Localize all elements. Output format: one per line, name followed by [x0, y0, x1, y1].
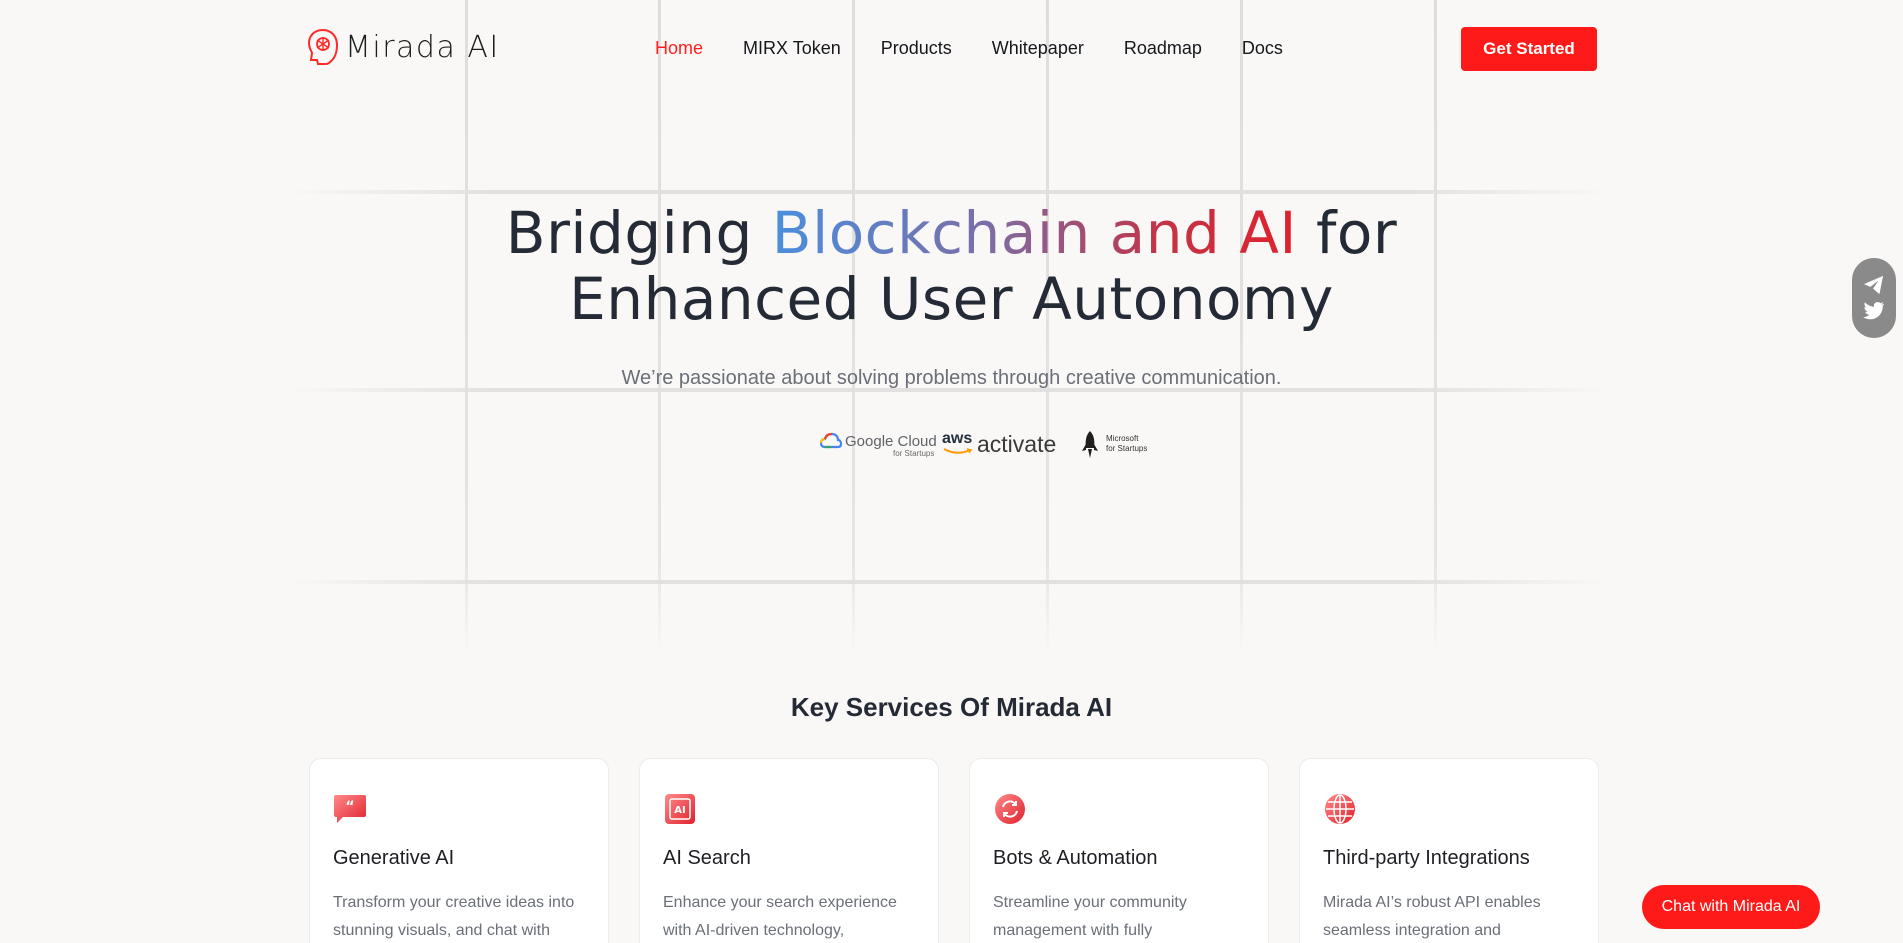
aws-smile-icon	[943, 448, 973, 454]
globe-icon	[1325, 794, 1355, 824]
microsoft-text: Microsoft	[1106, 434, 1139, 443]
services-title: Key Services Of Mirada AI	[790, 692, 1113, 722]
logo-text: Mirada AI	[345, 29, 500, 65]
google-cloud-sub: for Startups	[893, 449, 935, 458]
nav-whitepaper[interactable]: Whitepaper	[992, 38, 1084, 59]
hero-title-line2: Enhanced User Autonomy	[569, 265, 1334, 333]
nav-home[interactable]: Home	[655, 38, 703, 59]
service-card-text: Mirada AI’s robust API enables seamless …	[1323, 894, 1541, 939]
nav-mirx-token[interactable]: MIRX Token	[743, 38, 841, 59]
rocket-icon	[1082, 431, 1098, 458]
service-card-text: Enhance your search experience with AI-d…	[663, 894, 897, 939]
aws-activate-text: activate	[977, 431, 1057, 457]
hero-title-part2: for	[1297, 199, 1398, 267]
nav-roadmap[interactable]: Roadmap	[1124, 38, 1202, 59]
quote-bubble-icon: “	[334, 795, 366, 823]
get-started-button[interactable]: Get Started	[1461, 27, 1597, 71]
google-cloud-text: Google Cloud	[845, 432, 937, 450]
social-floating-bar	[1852, 258, 1896, 338]
service-card-text: Streamline your community management wit…	[993, 894, 1187, 939]
brain-head-logo-icon	[307, 28, 339, 65]
service-card-title: Third-party Integrations	[1323, 847, 1530, 869]
refresh-icon	[995, 794, 1025, 824]
aws-logo-text: aws	[942, 430, 973, 447]
partner-logos: Google Cloud for Startups aws activate M…	[820, 428, 1160, 464]
hero-subtitle: We’re passionate about solving problems …	[621, 367, 1282, 389]
service-card-third-party-integrations[interactable]: Third-party Integrations Mirada AI’s rob…	[1299, 758, 1599, 943]
google-cloud-logo: Google Cloud for Startups	[820, 432, 937, 458]
service-card-ai-search[interactable]: AI AI Search Enhance your search experie…	[639, 758, 939, 943]
twitter-icon[interactable]	[1863, 301, 1885, 321]
service-card-bots-automation[interactable]: Bots & Automation Streamline your commun…	[969, 758, 1269, 943]
hero-title-highlight: Blockchain and AI	[771, 199, 1298, 267]
site-header: Mirada AI Home MIRX Token Products White…	[0, 0, 1903, 100]
nav-products[interactable]: Products	[881, 38, 952, 59]
ai-chip-icon: AI	[665, 794, 695, 824]
hero-title-part1: Bridging	[505, 199, 772, 267]
service-card-title: Bots & Automation	[993, 847, 1158, 869]
service-card-generative-ai[interactable]: “ Generative AI Transform your creative …	[309, 758, 609, 943]
hero-title: Bridging Blockchain and AI for Enhanced …	[0, 200, 1903, 332]
service-card-title: Generative AI	[333, 847, 455, 869]
svg-text:AI: AI	[674, 805, 685, 816]
google-cloud-icon	[820, 432, 842, 449]
microsoft-sub: for Startups	[1106, 444, 1148, 453]
logo[interactable]: Mirada AI	[307, 28, 500, 66]
service-card-title: AI Search	[663, 847, 751, 869]
svg-text:“: “	[345, 799, 354, 815]
telegram-icon[interactable]	[1863, 275, 1885, 295]
main-nav: Home MIRX Token Products Whitepaper Road…	[655, 38, 1323, 59]
nav-docs[interactable]: Docs	[1242, 38, 1283, 59]
service-card-text: Transform your creative ideas into stunn…	[333, 894, 575, 939]
chat-with-mirada-button[interactable]: Chat with Mirada AI	[1642, 885, 1820, 929]
